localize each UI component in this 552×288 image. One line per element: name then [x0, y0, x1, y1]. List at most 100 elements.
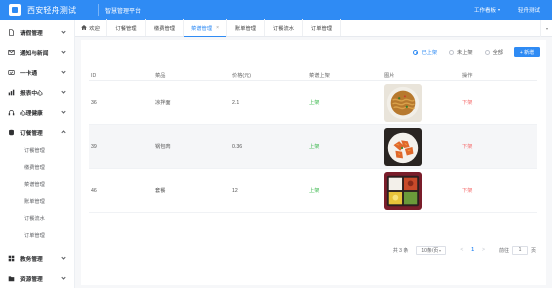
next-page-button[interactable]: >	[482, 247, 485, 253]
cell-image	[384, 127, 462, 166]
sidebar-item-report[interactable]: 报表中心	[0, 82, 74, 102]
dish-image-pork[interactable]	[384, 127, 422, 166]
radio-off-shelf[interactable]: 未上架	[449, 49, 473, 56]
table-row: 39 锅包肉 0.36 上架 下架	[89, 125, 537, 169]
workbench-label: 工作看板	[473, 8, 496, 14]
page-size-value: 10条/页	[421, 247, 439, 254]
chevron-down-icon	[439, 249, 442, 252]
pagination: 共 3 条 10条/页 < 1 > 前往 1 页	[393, 245, 536, 255]
submenu-item-menu[interactable]: 菜谱管理	[0, 176, 74, 193]
tab-payment[interactable]: 缴费管理	[146, 19, 184, 36]
radio-icon	[413, 49, 419, 55]
radio-all[interactable]: 全部	[484, 49, 503, 56]
tab-bill[interactable]: 账单管理	[227, 19, 265, 36]
cell-status: 上架	[309, 100, 320, 106]
tab-meal-order[interactable]: 订餐管理	[107, 19, 146, 36]
close-icon[interactable]: ×	[216, 25, 219, 31]
column-header-id[interactable]: ID	[89, 73, 155, 79]
submenu-item-bill[interactable]: 账单管理	[0, 193, 74, 210]
chevron-down-icon	[61, 69, 66, 74]
cell-id: 36	[91, 99, 97, 106]
sidebar-item-academic[interactable]: 教务管理	[0, 248, 74, 268]
radio-label: 全部	[492, 49, 503, 56]
radio-icon	[449, 49, 455, 55]
cell-id: 39	[91, 143, 97, 150]
mail-icon	[8, 49, 15, 56]
main-content: 已上架 未上架 全部 + 新增 ID 菜品 价格(元) 菜谱上架 图片 操作 3…	[75, 37, 552, 288]
cell-price: 2.1	[232, 99, 240, 106]
column-header-status[interactable]: 菜谱上架	[309, 72, 384, 79]
page-number-current[interactable]: 1	[471, 247, 474, 253]
cell-dish: 套餐	[155, 188, 166, 194]
app-name: 西安轻舟测试	[27, 5, 77, 15]
column-header-price[interactable]: 价格(元)	[232, 72, 309, 79]
radio-on-shelf[interactable]: 已上架	[413, 49, 437, 56]
cell-id: 46	[91, 187, 97, 194]
cell-image	[384, 171, 462, 210]
sidebar-item-resources[interactable]: 资源管理	[0, 268, 74, 288]
column-header-dish[interactable]: 菜品	[155, 72, 232, 79]
tab-label: 菜谱管理	[190, 25, 213, 32]
unshelve-button[interactable]: 下架	[462, 143, 537, 150]
tab-orders[interactable]: 订单管理	[303, 19, 341, 36]
column-header-action: 操作	[462, 73, 473, 79]
unshelve-button[interactable]: 下架	[462, 187, 537, 194]
radio-label: 未上架	[457, 49, 473, 56]
sidebar-item-label: 教务管理	[20, 256, 43, 263]
menu-table: ID 菜品 价格(元) 菜谱上架 图片 操作 36 凉拌面 2.1 上架 下架 …	[89, 71, 537, 213]
goto-page-input[interactable]: 1	[511, 245, 528, 255]
submenu-item-orders[interactable]: 订单管理	[0, 227, 74, 244]
tab-label: 欢迎	[89, 25, 100, 32]
dish-image-bento[interactable]	[384, 171, 422, 210]
cell-price: 12	[232, 187, 238, 194]
workbench-menu[interactable]: 工作看板	[474, 6, 500, 14]
tab-label: 订单管理	[310, 25, 333, 32]
prev-page-button[interactable]: <	[460, 247, 463, 253]
radio-icon	[484, 49, 490, 55]
tab-menu[interactable]: 菜谱管理 ×	[184, 19, 227, 37]
unshelve-button[interactable]: 下架	[462, 99, 537, 106]
cell-dish: 锅包肉	[155, 144, 171, 150]
sidebar-item-meal-order[interactable]: 订餐管理	[0, 122, 74, 142]
sidebar-item-mental-health[interactable]: 心理健康	[0, 102, 74, 122]
chevron-down-icon	[497, 9, 500, 11]
headset-icon	[8, 109, 15, 116]
logo-icon	[9, 4, 21, 16]
page-size-select[interactable]: 10条/页	[416, 245, 447, 255]
sidebar-item-label: 资源管理	[20, 276, 43, 283]
brand: 西安轻舟测试	[0, 0, 94, 20]
add-button[interactable]: + 新增	[514, 47, 540, 57]
cell-status: 上架	[309, 188, 320, 194]
database-icon	[8, 129, 15, 136]
tab-bar: 欢迎 订餐管理 缴费管理 菜谱管理 × 账单管理 订餐流水 订单管理	[75, 19, 552, 37]
header-divider	[98, 4, 99, 16]
grid-icon	[8, 255, 15, 262]
chevron-down-icon	[61, 29, 66, 34]
sidebar-item-notice[interactable]: 通知与新闻	[0, 42, 74, 62]
tab-label: 订餐流水	[272, 25, 295, 32]
tab-welcome[interactable]: 欢迎	[75, 19, 107, 36]
table-row: 36 凉拌面 2.1 上架 下架	[89, 81, 537, 125]
file-icon	[8, 28, 15, 36]
chevron-down-icon	[61, 255, 66, 260]
tab-label: 账单管理	[234, 25, 257, 32]
dish-image-noodles[interactable]	[384, 83, 422, 122]
tab-label: 缴费管理	[153, 25, 176, 32]
user-menu[interactable]: 轻舟测试	[518, 6, 540, 14]
submenu-item-meal-order[interactable]: 订餐管理	[0, 142, 74, 159]
column-header-image: 图片	[384, 73, 395, 79]
filter-bar: 已上架 未上架 全部 + 新增	[401, 46, 540, 58]
sidebar-item-card[interactable]: 一卡通	[0, 62, 74, 82]
header-actions: 工作看板 轻舟测试	[474, 0, 552, 20]
sidebar-item-label: 一卡通	[20, 70, 38, 77]
sidebar-item-leave[interactable]: 请假管理	[0, 22, 74, 42]
goto-suffix: 页	[530, 247, 536, 254]
submenu-item-order-flow[interactable]: 订餐流水	[0, 210, 74, 227]
chevron-down-icon	[545, 27, 548, 30]
goto-label: 前往	[498, 247, 509, 254]
table-header: ID 菜品 价格(元) 菜谱上架 图片 操作	[89, 71, 537, 81]
tabs-menu-button[interactable]	[540, 20, 552, 37]
chevron-down-icon	[61, 49, 66, 54]
tab-order-flow[interactable]: 订餐流水	[265, 19, 303, 36]
submenu-item-payment[interactable]: 缴费管理	[0, 159, 74, 176]
